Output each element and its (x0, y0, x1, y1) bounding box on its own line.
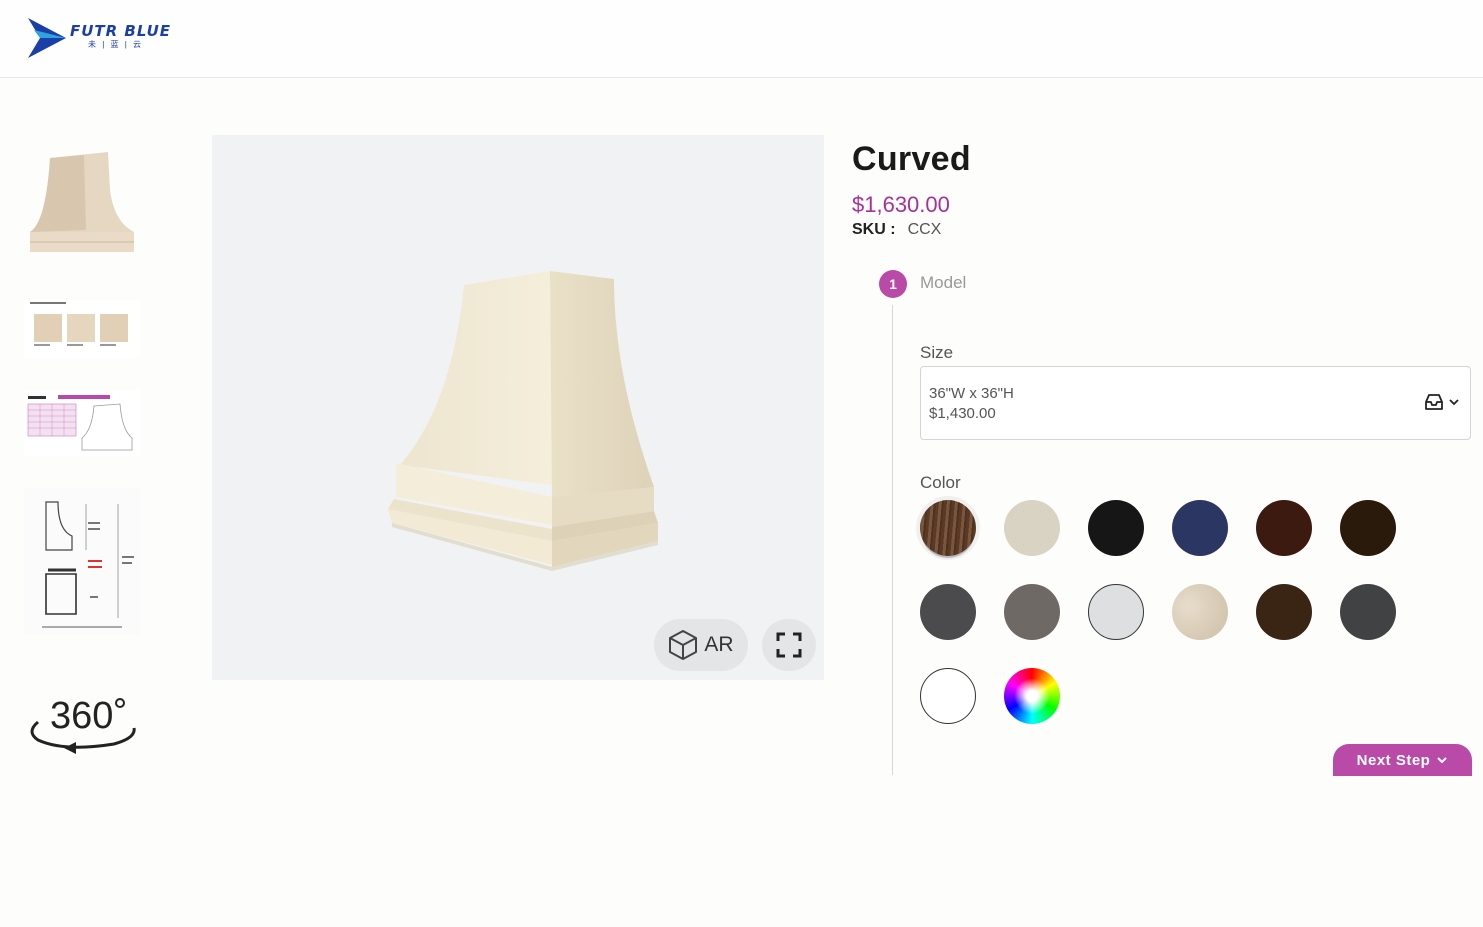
brand-subtitle: 未 | 蓝 | 云 (88, 40, 144, 49)
sku-value: CCX (907, 221, 942, 238)
sku-label: SKU : (852, 221, 896, 238)
logo-arrow-icon (28, 18, 66, 58)
hood-types-thumbnail[interactable] (24, 300, 140, 358)
ar-button[interactable]: AR (654, 619, 748, 671)
size-dropdown[interactable]: 36"W x 36"H $1,430.00 (920, 366, 1471, 440)
color-label: Color (920, 473, 961, 492)
dimension-diagram-thumbnail[interactable] (24, 488, 140, 634)
color-swatch-navy[interactable] (1172, 500, 1228, 556)
color-swatch-taupe-gray[interactable] (1004, 584, 1060, 640)
product-price: $1,630.00 (852, 192, 950, 217)
next-step-button[interactable]: Next Step (1333, 744, 1472, 776)
color-swatch-graphite[interactable] (1340, 584, 1396, 640)
color-swatch-light-gray[interactable] (1088, 584, 1144, 640)
site-header: FUTR BLUE 未 | 蓝 | 云 (0, 0, 1483, 78)
color-swatch-cream[interactable] (1004, 500, 1060, 556)
next-step-label: Next Step (1356, 751, 1431, 769)
step-label[interactable]: Model (920, 273, 966, 293)
fullscreen-icon (776, 632, 802, 658)
fullscreen-button[interactable] (762, 619, 816, 671)
chevron-down-icon (1437, 757, 1448, 764)
color-swatch-black[interactable] (1088, 500, 1144, 556)
color-swatch-dark-brown[interactable] (1256, 584, 1312, 640)
brand-logo[interactable]: FUTR BLUE 未 | 蓝 | 云 (26, 14, 206, 62)
color-swatch-walnut-wood[interactable] (920, 500, 976, 556)
ar-label: AR (704, 633, 734, 656)
cube-icon (669, 630, 698, 660)
size-label: Size (920, 343, 954, 362)
step-number-badge: 1 (879, 270, 907, 298)
svg-text:360: 360 (50, 695, 113, 737)
hood-front-thumbnail[interactable] (24, 150, 140, 256)
size-selected-price: $1,430.00 (929, 405, 996, 422)
color-swatch-mahogany[interactable] (1256, 500, 1312, 556)
color-swatch-custom-color-wheel[interactable] (1004, 668, 1060, 724)
color-swatch-espresso[interactable] (1340, 500, 1396, 556)
inbox-icon (1425, 394, 1443, 410)
product-3d-viewer[interactable]: AR (212, 135, 824, 680)
range-hood-model (388, 271, 658, 571)
chevron-down-icon (1449, 399, 1459, 406)
curved-spec-thumbnail[interactable] (24, 390, 140, 456)
product-sku: SKU : CCX (852, 221, 941, 239)
size-selected-dims: 36"W x 36"H (929, 385, 1014, 402)
step-connector-line (892, 305, 893, 775)
color-swatch-white[interactable] (920, 668, 976, 724)
color-swatch-stone-beige[interactable] (1172, 584, 1228, 640)
rotate-360-icon: 360 (30, 695, 136, 754)
color-swatch-charcoal[interactable] (920, 584, 976, 640)
product-title: Curved (852, 140, 971, 178)
brand-name: FUTR BLUE (70, 22, 172, 40)
view-360-button[interactable]: 360 (24, 692, 140, 756)
